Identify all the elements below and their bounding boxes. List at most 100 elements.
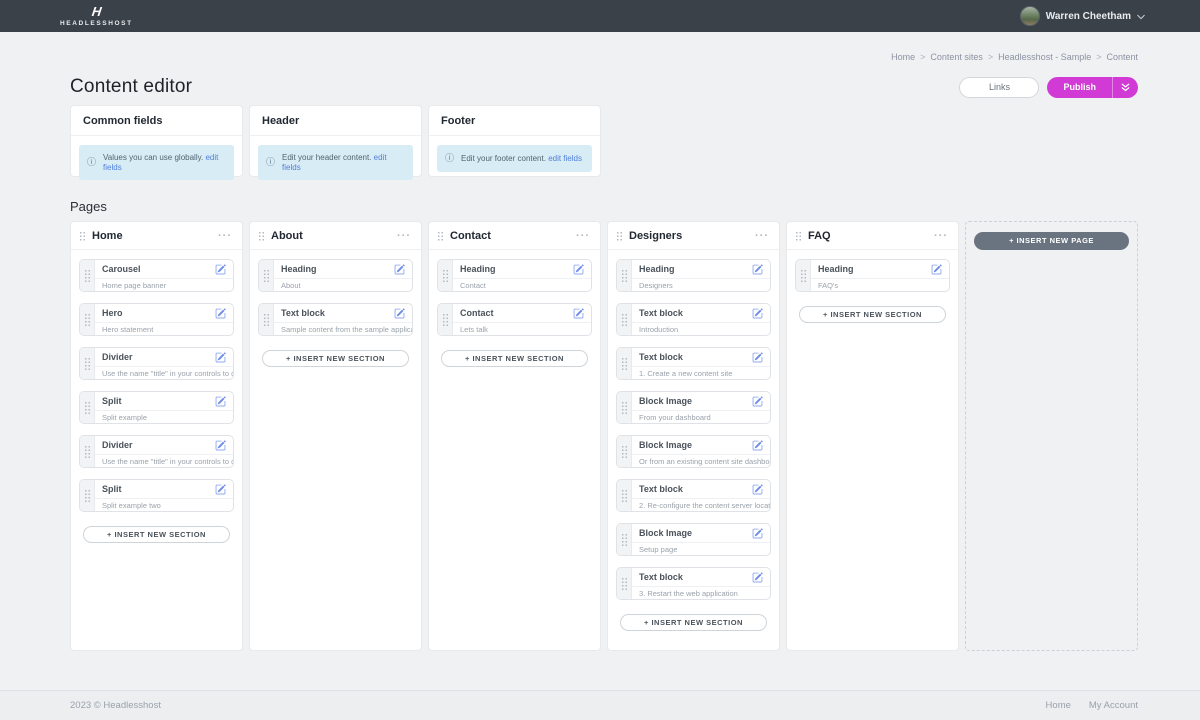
drag-handle-icon[interactable] [79, 231, 86, 241]
edit-section-icon[interactable] [215, 352, 226, 363]
new-page-column: + INSERT NEW PAGE [965, 221, 1138, 651]
section-list: Heading Designers Text block Introductio… [608, 250, 779, 600]
section-type: Text block [639, 352, 683, 362]
section-description: 3. Restart the web application [632, 587, 770, 599]
drag-handle[interactable] [617, 260, 632, 291]
drag-dots-icon [621, 577, 628, 590]
links-button[interactable]: Links [959, 77, 1039, 98]
drag-handle[interactable] [80, 348, 95, 379]
section-title-row: Text block [632, 480, 770, 499]
edit-section-icon[interactable] [752, 572, 763, 583]
edit-section-icon[interactable] [573, 264, 584, 275]
page-column-header: Contact ··· [429, 222, 600, 250]
drag-handle[interactable] [259, 260, 274, 291]
drag-handle-icon[interactable] [795, 231, 802, 241]
section-card: Text block 3. Restart the web applicatio… [616, 567, 771, 600]
insert-new-section-button[interactable]: + INSERT NEW SECTION [441, 350, 588, 367]
drag-handle[interactable] [80, 480, 95, 511]
edit-section-icon[interactable] [752, 440, 763, 451]
info-banner: ⓘ Values you can use globally. edit fiel… [79, 145, 234, 180]
section-title-row: Text block [632, 348, 770, 367]
drag-handle[interactable] [80, 304, 95, 335]
section-description: Setup page [632, 543, 770, 555]
drag-handle[interactable] [617, 480, 632, 511]
drag-dots-icon [84, 445, 91, 458]
ellipsis-menu-icon[interactable]: ··· [576, 233, 590, 239]
drag-handle[interactable] [80, 436, 95, 467]
section-title-row: Block Image [632, 524, 770, 543]
edit-section-icon[interactable] [752, 484, 763, 495]
edit-section-icon[interactable] [752, 352, 763, 363]
edit-section-icon[interactable] [215, 396, 226, 407]
section-description: Sample content from the sample applicati… [274, 323, 412, 335]
drag-dots-icon [621, 357, 628, 370]
ellipsis-menu-icon[interactable]: ··· [397, 233, 411, 239]
section-card: Divider Use the name "title" in your con… [79, 347, 234, 380]
section-description: Contact [453, 279, 591, 291]
drag-handle[interactable] [617, 304, 632, 335]
user-menu[interactable]: Warren Cheetham [1020, 6, 1145, 26]
footer-link-home[interactable]: Home [1046, 700, 1071, 711]
insert-new-section-button[interactable]: + INSERT NEW SECTION [620, 614, 767, 631]
section-type: Heading [281, 264, 317, 274]
drag-dots-icon [621, 445, 628, 458]
edit-section-icon[interactable] [752, 528, 763, 539]
breadcrumb-home[interactable]: Home [891, 52, 915, 62]
publish-button[interactable]: Publish [1047, 77, 1138, 98]
drag-handle-icon[interactable] [258, 231, 265, 241]
drag-handle[interactable] [617, 348, 632, 379]
drag-handle[interactable] [617, 392, 632, 423]
edit-section-icon[interactable] [215, 484, 226, 495]
drag-dots-icon [84, 269, 91, 282]
section-card: Block Image Setup page [616, 523, 771, 556]
logo-icon: H [91, 5, 102, 18]
footer-link-my-account[interactable]: My Account [1089, 700, 1138, 711]
insert-new-section-button[interactable]: + INSERT NEW SECTION [83, 526, 230, 543]
insert-new-page-button[interactable]: + INSERT NEW PAGE [974, 232, 1129, 250]
page-column: Contact ··· Heading Contact Contact [428, 221, 601, 651]
edit-section-icon[interactable] [215, 308, 226, 319]
section-body: Text block 1. Create a new content site [632, 348, 770, 379]
insert-new-section-button[interactable]: + INSERT NEW SECTION [799, 306, 946, 323]
section-type: Contact [460, 308, 494, 318]
edit-section-icon[interactable] [752, 308, 763, 319]
drag-handle-icon[interactable] [437, 231, 444, 241]
section-card: Heading About [258, 259, 413, 292]
drag-handle[interactable] [438, 304, 453, 335]
page-column: FAQ ··· Heading FAQ's + INSERT NEW SECTI… [786, 221, 959, 651]
drag-dots-icon [621, 401, 628, 414]
section-type: Text block [639, 572, 683, 582]
section-description: Split example two [95, 499, 233, 511]
section-list: Carousel Home page banner Hero Hero stat… [71, 250, 242, 512]
breadcrumb-content-sites[interactable]: Content sites [930, 52, 983, 62]
edit-section-icon[interactable] [394, 308, 405, 319]
edit-section-icon[interactable] [573, 308, 584, 319]
ellipsis-menu-icon[interactable]: ··· [934, 233, 948, 239]
insert-new-section-button[interactable]: + INSERT NEW SECTION [262, 350, 409, 367]
brand-logo[interactable]: H HEADLESSHOST [60, 5, 133, 27]
drag-handle[interactable] [80, 260, 95, 291]
edit-section-icon[interactable] [394, 264, 405, 275]
drag-handle[interactable] [259, 304, 274, 335]
breadcrumb-site[interactable]: Headlesshost - Sample [998, 52, 1091, 62]
edit-section-icon[interactable] [215, 440, 226, 451]
ellipsis-menu-icon[interactable]: ··· [755, 233, 769, 239]
edit-section-icon[interactable] [215, 264, 226, 275]
edit-fields-link[interactable]: edit fields [548, 154, 582, 163]
section-body: Text block 3. Restart the web applicatio… [632, 568, 770, 599]
drag-handle[interactable] [796, 260, 811, 291]
ellipsis-menu-icon[interactable]: ··· [218, 233, 232, 239]
drag-handle[interactable] [617, 436, 632, 467]
section-type: Heading [818, 264, 854, 274]
drag-handle[interactable] [80, 392, 95, 423]
breadcrumb-separator: > [988, 52, 993, 62]
drag-handle[interactable] [438, 260, 453, 291]
drag-handle[interactable] [617, 524, 632, 555]
section-title-row: Block Image [632, 436, 770, 455]
drag-handle-icon[interactable] [616, 231, 623, 241]
edit-section-icon[interactable] [752, 264, 763, 275]
edit-section-icon[interactable] [931, 264, 942, 275]
edit-section-icon[interactable] [752, 396, 763, 407]
double-chevron-down-icon[interactable] [1113, 83, 1138, 92]
drag-handle[interactable] [617, 568, 632, 599]
